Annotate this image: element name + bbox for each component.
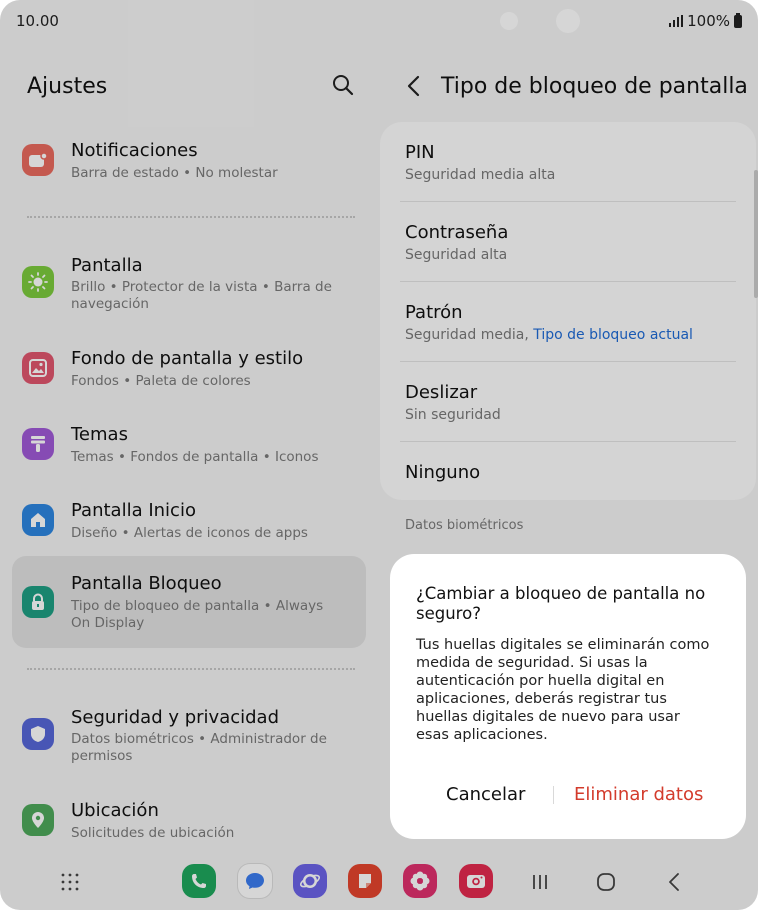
- dialog-title: ¿Cambiar a bloqueo de pantalla no seguro…: [416, 584, 706, 623]
- device-screen: 10.00 100% Ajustes Notificaciones Barra …: [0, 0, 758, 910]
- delete-data-button[interactable]: Eliminar datos: [574, 784, 703, 805]
- confirm-dialog: ¿Cambiar a bloqueo de pantalla no seguro…: [390, 554, 746, 839]
- button-separator: [553, 786, 554, 804]
- dialog-message: Tus huellas digitales se eliminarán como…: [416, 637, 710, 743]
- cancel-button[interactable]: Cancelar: [446, 784, 525, 805]
